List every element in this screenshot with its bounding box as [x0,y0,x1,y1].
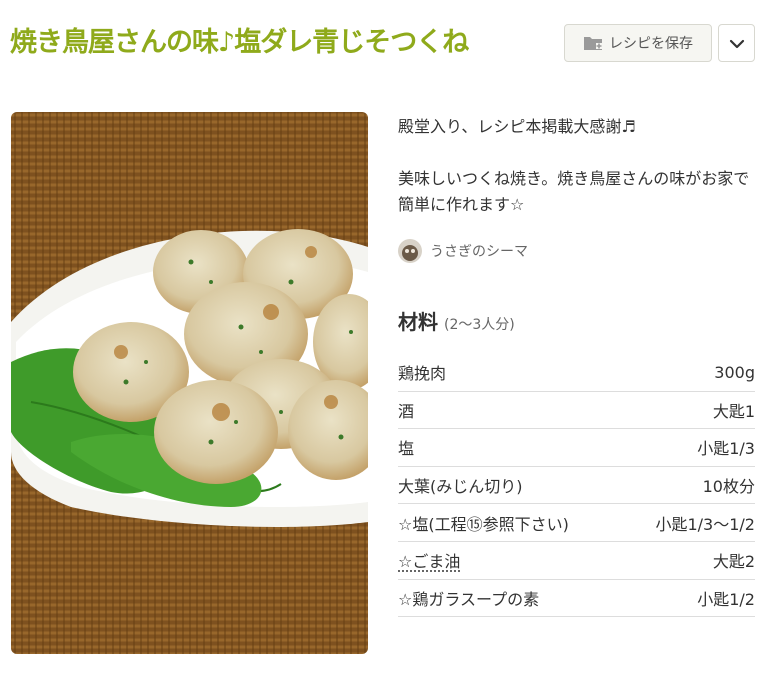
description-line-2: 美味しいつくね焼き。焼き鳥屋さんの味がお家で簡単に作れます☆ [398,169,750,214]
ingredient-quantity: 300g [714,362,755,382]
recipe-title: 焼き鳥屋さんの味♪塩ダレ青じそつくね [10,27,469,58]
servings: (2～3人分) [444,317,515,333]
ingredient-row: ☆ごま油 大匙2 [398,542,755,580]
ingredient-quantity: 小匙1/3～1/2 [655,514,755,534]
ingredients-header: 材料 (2～3人分) [398,306,515,335]
save-recipe-button[interactable]: レシピを保存 [564,24,712,62]
ingredient-name: ☆鶏ガラスープの素 [398,589,540,609]
recipe-photo [11,112,368,654]
ingredient-quantity: 10枚分 [702,477,755,497]
ingredient-name-link[interactable]: ☆ごま油 [398,548,460,572]
ingredient-name: 大葉(みじん切り) [398,477,523,497]
author-link[interactable]: うさぎのシーマ [398,239,528,263]
ingredient-row: ☆塩(工程⑮参照下さい) 小匙1/3～1/2 [398,504,755,542]
folder-plus-icon [583,35,603,51]
ingredients-title: 材料 [398,310,438,334]
ingredient-row: 鶏挽肉 300g [398,354,755,392]
ingredient-name: 酒 [398,401,415,421]
author-name[interactable]: うさぎのシーマ [430,241,528,261]
ingredient-quantity: 小匙1/3 [697,439,755,459]
ingredient-name: ☆塩(工程⑮参照下さい) [398,514,569,534]
ingredient-row: 塩 小匙1/3 [398,429,755,467]
ingredient-quantity: 小匙1/2 [697,589,755,609]
recipe-description: 殿堂入り、レシピ本掲載大感謝♬ 美味しいつくね焼き。焼き鳥屋さんの味がお家で簡単… [398,114,758,218]
recipe-page: 焼き鳥屋さんの味♪塩ダレ青じそつくね レシピを保存 殿堂入り、レシピ本掲載大感謝… [0,0,773,700]
ingredient-row: 酒 大匙1 [398,392,755,430]
more-options-button[interactable] [718,24,755,62]
ingredient-row: ☆鶏ガラスープの素 小匙1/2 [398,580,755,618]
save-recipe-label: レシピを保存 [609,36,693,52]
description-line-1: 殿堂入り、レシピ本掲載大感謝♬ [398,117,636,136]
ingredient-name: 塩 [398,439,415,459]
chevron-down-icon [729,34,745,53]
ingredient-quantity: 大匙1 [712,401,755,421]
ingredient-name: 鶏挽肉 [398,364,447,384]
ingredient-quantity: 大匙2 [712,552,755,572]
avatar [398,239,422,263]
ingredients-list: 鶏挽肉 300g 酒 大匙1 塩 小匙1/3 大葉(みじん切り) 10枚分 ☆塩… [398,354,755,618]
ingredient-row: 大葉(みじん切り) 10枚分 [398,467,755,505]
